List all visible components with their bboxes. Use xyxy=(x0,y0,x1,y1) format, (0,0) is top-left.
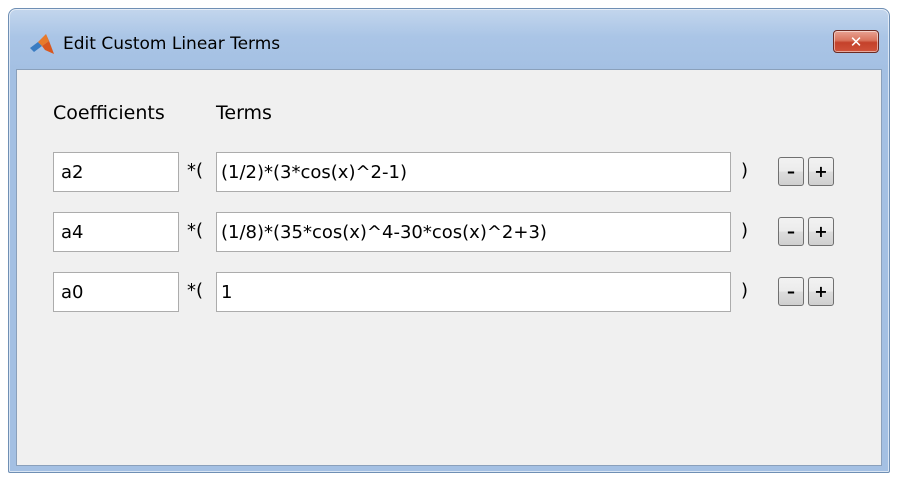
close-icon: ✕ xyxy=(849,32,863,51)
dialog-window: Edit Custom Linear Terms ✕ Coefficients … xyxy=(8,8,890,473)
remove-term-button[interactable]: – xyxy=(778,217,804,246)
add-term-button[interactable]: + xyxy=(808,277,834,306)
term-input[interactable]: (1/2)*(3*cos(x)^2-1) xyxy=(216,152,731,192)
remove-term-button[interactable]: – xyxy=(778,157,804,186)
add-term-button[interactable]: + xyxy=(808,157,834,186)
term-input[interactable]: (1/8)*(35*cos(x)^4-30*cos(x)^2+3) xyxy=(216,212,731,252)
close-button[interactable]: ✕ xyxy=(833,30,879,53)
term-row: a0 *( 1 ) – + xyxy=(17,272,881,316)
close-paren-label: ) xyxy=(741,220,749,241)
coefficients-header: Coefficients xyxy=(53,102,165,124)
coefficient-input[interactable]: a0 xyxy=(53,272,179,312)
term-input[interactable]: 1 xyxy=(216,272,731,312)
coefficient-input[interactable]: a2 xyxy=(53,152,179,192)
plus-icon: + xyxy=(814,162,828,181)
window-title: Edit Custom Linear Terms xyxy=(63,34,281,54)
terms-header: Terms xyxy=(216,102,272,124)
close-paren-label: ) xyxy=(741,280,749,301)
minus-icon: – xyxy=(787,222,795,241)
open-paren-label: *( xyxy=(187,220,204,241)
coefficient-input[interactable]: a4 xyxy=(53,212,179,252)
plus-icon: + xyxy=(814,282,828,301)
minus-icon: – xyxy=(787,282,795,301)
term-row: a2 *( (1/2)*(3*cos(x)^2-1) ) – + xyxy=(17,152,881,196)
add-term-button[interactable]: + xyxy=(808,217,834,246)
open-paren-label: *( xyxy=(187,280,204,301)
remove-term-button[interactable]: – xyxy=(778,277,804,306)
minus-icon: – xyxy=(787,162,795,181)
open-paren-label: *( xyxy=(187,160,204,181)
term-row: a4 *( (1/8)*(35*cos(x)^4-30*cos(x)^2+3) … xyxy=(17,212,881,256)
close-paren-label: ) xyxy=(741,160,749,181)
matlab-logo-icon xyxy=(30,34,54,54)
title-bar[interactable]: Edit Custom Linear Terms ✕ xyxy=(9,9,889,69)
plus-icon: + xyxy=(814,222,828,241)
dialog-content: Coefficients Terms a2 *( (1/2)*(3*cos(x)… xyxy=(16,69,882,466)
